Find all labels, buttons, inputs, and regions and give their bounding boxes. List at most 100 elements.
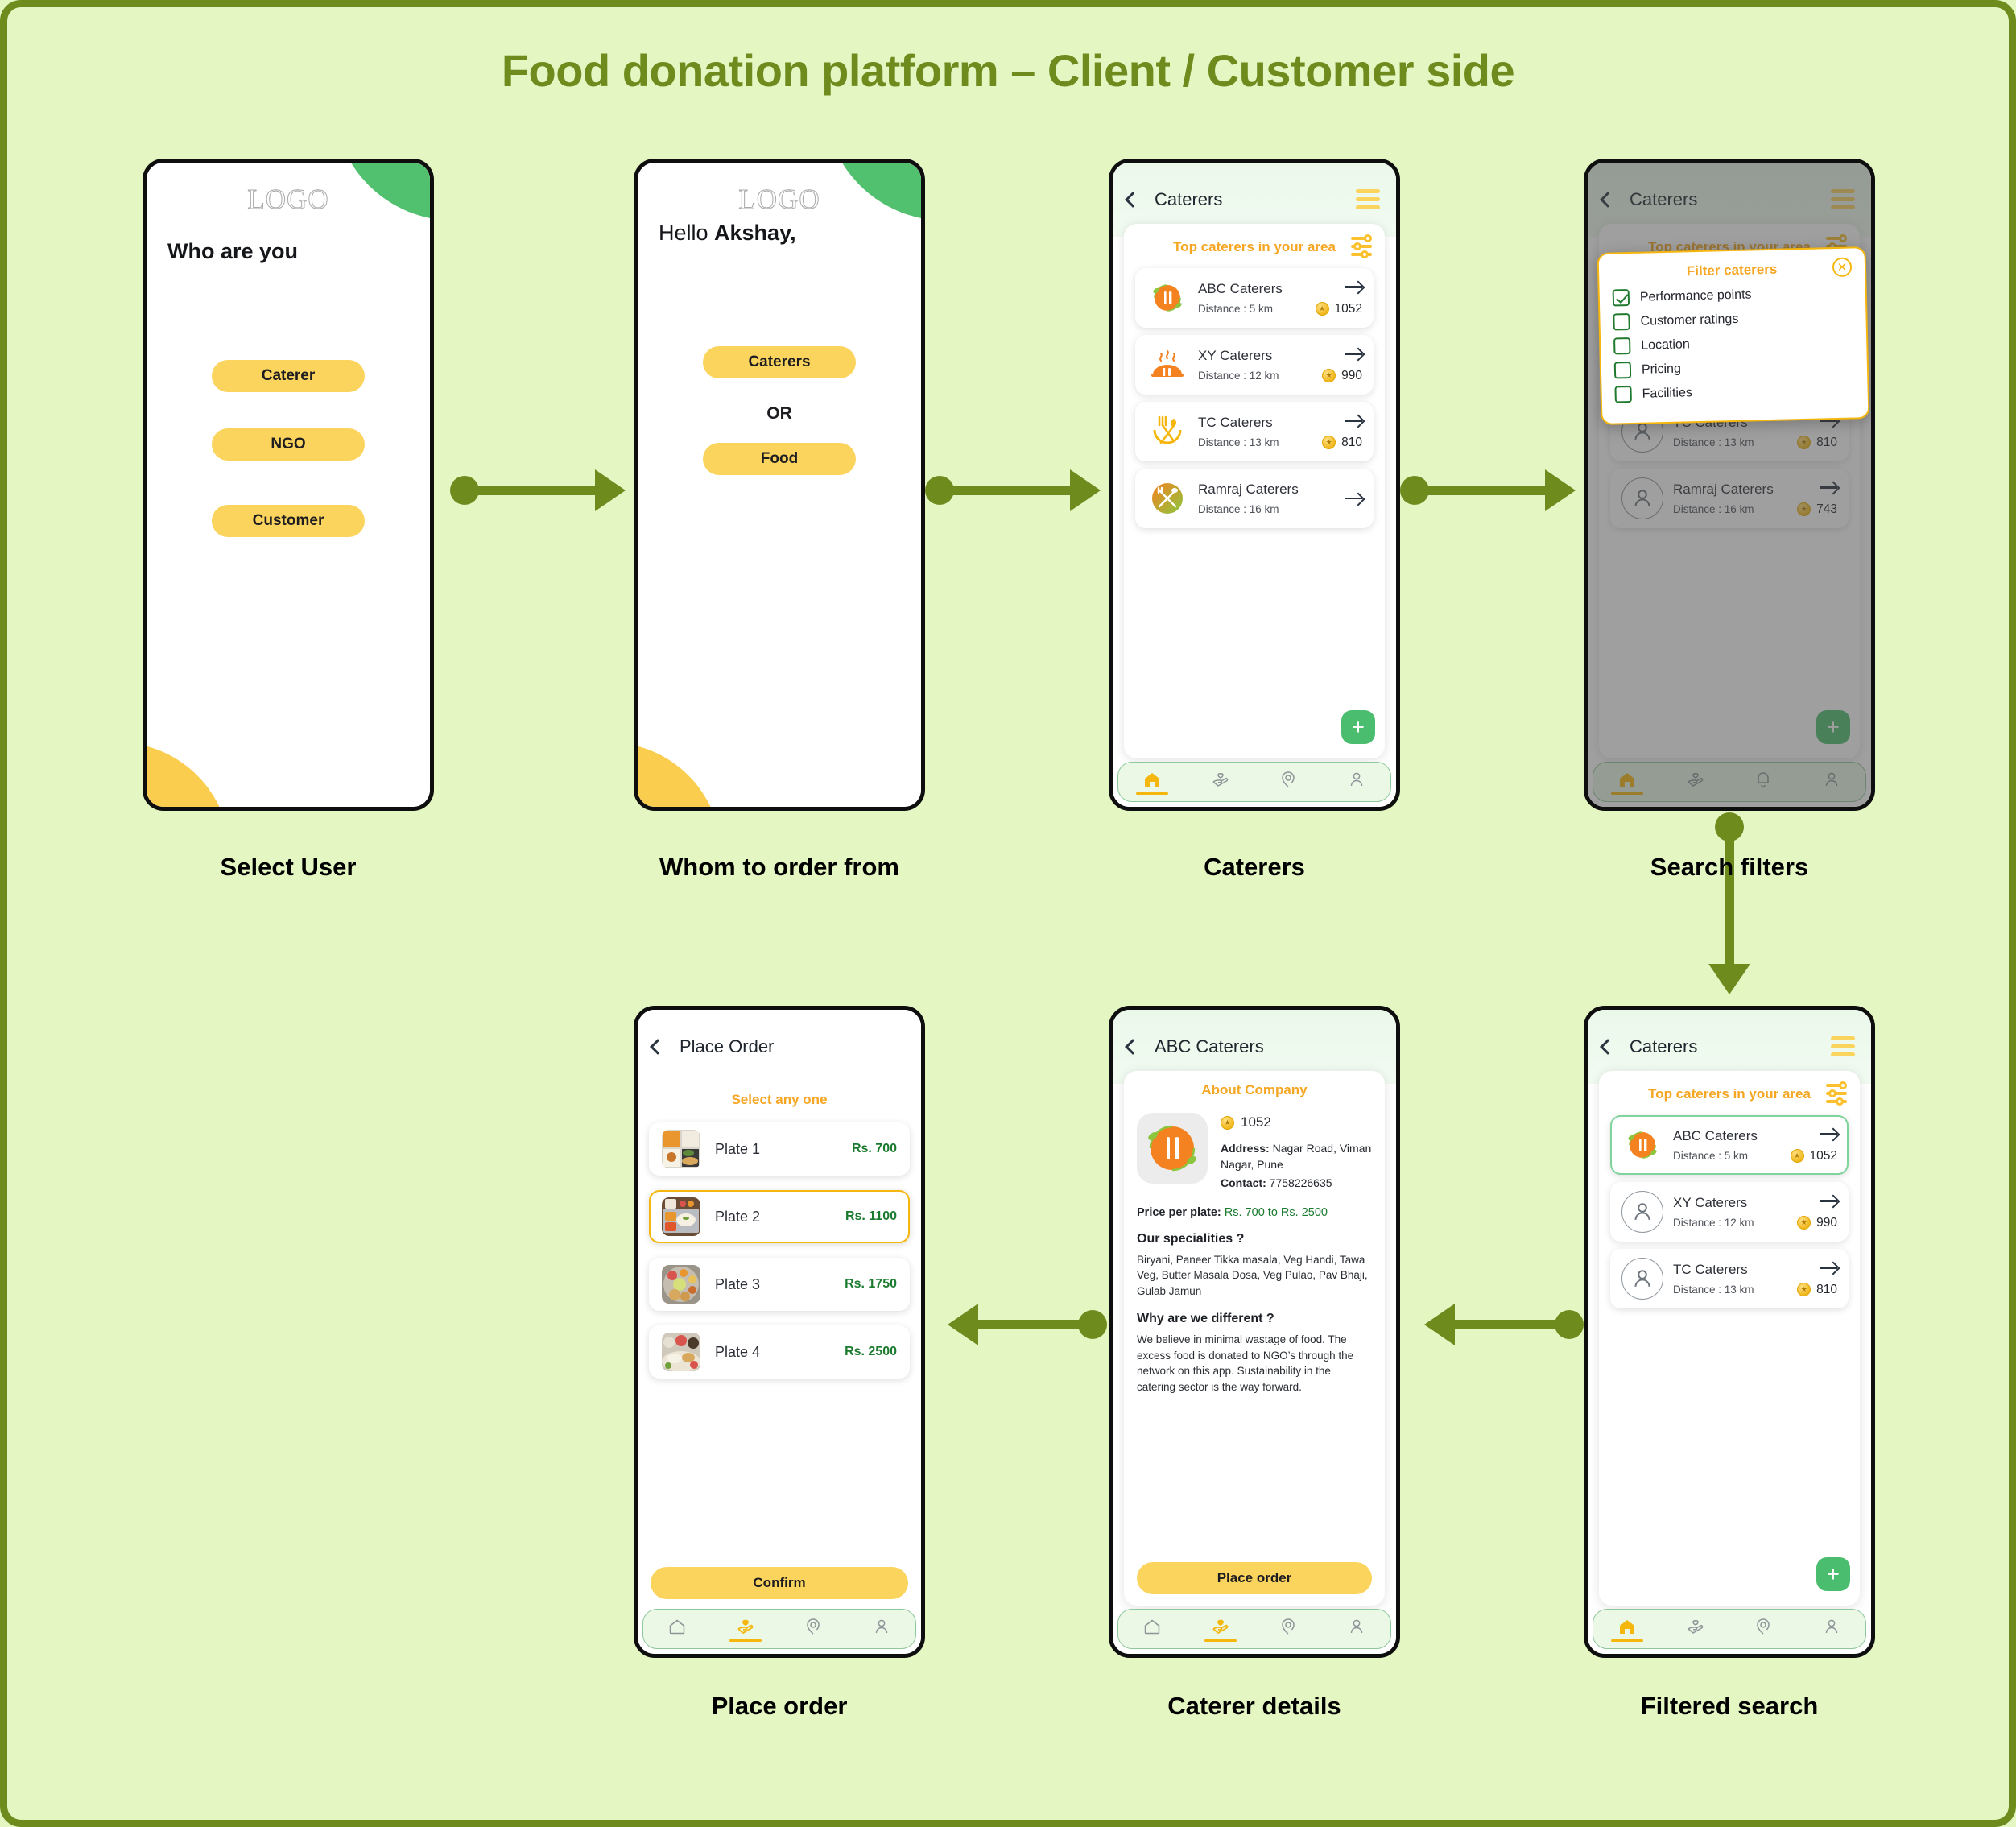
order-source-button-caterers[interactable]: Caterers (703, 346, 856, 378)
order-source-button-food[interactable]: Food (703, 443, 856, 475)
caterer-row[interactable]: XY Caterers Distance : 12 km ★ 990 (1610, 1182, 1849, 1242)
nav-donate[interactable] (1187, 770, 1255, 795)
nav-location[interactable] (1729, 1617, 1798, 1642)
app-header: Place Order (638, 1010, 921, 1084)
nav-profile[interactable] (848, 1617, 916, 1642)
filter-option-location[interactable]: Location (1613, 332, 1853, 355)
nav-location[interactable] (1254, 770, 1323, 795)
phone-search-filters: Caterers Top caterers in your area (1584, 159, 1875, 811)
header-title: ABC Caterers (1155, 1036, 1264, 1056)
filter-option-facilities[interactable]: Facilities (1614, 380, 1854, 403)
caterer-row[interactable]: ABC Caterers Distance : 5 km ★ 1052 (1135, 268, 1374, 328)
nav-donate[interactable] (1662, 1617, 1730, 1642)
filter-option-performance-points[interactable]: Performance points (1612, 284, 1853, 307)
filter-sliders-icon[interactable] (1826, 1081, 1847, 1106)
plate-row-selected[interactable]: Plate 2 Rs. 1100 (649, 1190, 910, 1243)
caterer-row[interactable]: Ramraj Caterers Distance : 16 km (1135, 469, 1374, 528)
back-chevron-icon[interactable] (1125, 192, 1141, 208)
plate-row[interactable]: Plate 3 Rs. 1750 (649, 1258, 910, 1311)
coin-icon: ★ (1797, 1283, 1812, 1296)
home-icon (670, 1619, 685, 1634)
location-pin-icon (807, 1618, 820, 1635)
arrow-right-icon[interactable] (1301, 491, 1362, 506)
person-icon (1621, 1191, 1663, 1233)
filter-option-pricing[interactable]: Pricing (1613, 356, 1854, 379)
checkbox[interactable] (1613, 362, 1632, 379)
filter-sliders-icon[interactable] (1351, 234, 1372, 258)
checkbox[interactable] (1614, 385, 1632, 403)
checkbox[interactable] (1613, 337, 1631, 355)
caterer-row-highlighted[interactable]: ABC Caterers Distance : 5 km ★ 1052 (1610, 1115, 1849, 1175)
nav-home[interactable] (643, 1617, 712, 1642)
arrow-right-icon[interactable] (1301, 414, 1362, 428)
back-chevron-icon[interactable] (650, 1039, 666, 1055)
nav-location[interactable] (1254, 1617, 1323, 1642)
arrow-right-icon[interactable] (1301, 347, 1362, 362)
nav-donate[interactable] (712, 1617, 780, 1642)
caterer-name: ABC Caterers (1673, 1128, 1758, 1143)
nav-home[interactable] (1118, 1617, 1187, 1642)
nav-home[interactable] (1118, 770, 1187, 795)
caterer-name: XY Caterers (1673, 1195, 1748, 1210)
plate-thumbnail (662, 1333, 700, 1371)
place-order-button[interactable]: Place order (1137, 1562, 1372, 1594)
company-info: ★ 1052 Address: Nagar Road, Viman Nagar,… (1221, 1113, 1372, 1192)
nav-location[interactable] (779, 1617, 848, 1642)
company-summary: ★ 1052 Address: Nagar Road, Viman Nagar,… (1137, 1113, 1372, 1192)
arrow-right-icon[interactable] (1301, 280, 1362, 295)
location-pin-icon (1282, 1618, 1295, 1635)
add-fab-button[interactable]: + (1341, 710, 1375, 744)
points-badge: ★ 990 (1776, 1216, 1837, 1230)
caterer-name: Ramraj Caterers (1198, 482, 1299, 497)
arrow-right-icon[interactable] (1776, 1194, 1837, 1209)
specialities-text: Biryani, Paneer Tikka masala, Veg Handi,… (1137, 1253, 1368, 1297)
different-text: We believe in minimal wastage of food. T… (1137, 1333, 1354, 1393)
contact-line: Contact: 7758226635 (1221, 1175, 1372, 1191)
person-icon (1621, 1258, 1663, 1300)
points-value: 1052 (1241, 1114, 1271, 1130)
close-circle-icon[interactable]: ✕ (1832, 257, 1853, 278)
coin-icon: ★ (1790, 1149, 1804, 1163)
plate-cutlery-icon (1146, 277, 1188, 319)
plate-row[interactable]: Plate 1 Rs. 700 (649, 1122, 910, 1176)
hand-heart-icon (1212, 772, 1228, 787)
bottom-nav (1593, 1609, 1866, 1649)
arrow-right-icon[interactable] (1776, 1127, 1837, 1142)
dialog-title: Filter caterers (1686, 261, 1778, 279)
confirm-button[interactable]: Confirm (651, 1567, 908, 1599)
plate-row[interactable]: Plate 4 Rs. 2500 (649, 1325, 910, 1379)
back-chevron-icon[interactable] (1600, 1039, 1616, 1055)
add-fab-button[interactable]: + (1816, 1557, 1850, 1591)
back-chevron-icon[interactable] (1125, 1039, 1141, 1055)
location-pin-icon (1757, 1618, 1770, 1635)
caterer-row[interactable]: TC Caterers Distance : 13 km ★ 810 (1135, 402, 1374, 461)
app-logo: LOGO (247, 184, 329, 216)
cloche-icon (1146, 344, 1188, 386)
plate-thumbnail (662, 1265, 700, 1304)
checkbox[interactable] (1612, 289, 1630, 307)
nav-profile[interactable] (1323, 1617, 1391, 1642)
role-button-caterer[interactable]: Caterer (212, 360, 365, 392)
caption-filtered-search: Filtered search (1640, 1692, 1819, 1720)
caption-whom-to-order: Whom to order from (659, 853, 899, 881)
caterers-list-card: Top caterers in your area ABC Caterers D… (1124, 224, 1385, 758)
nav-profile[interactable] (1323, 770, 1391, 795)
nav-donate[interactable] (1187, 1617, 1255, 1642)
hamburger-menu-icon[interactable] (1831, 1036, 1855, 1056)
filter-option-customer-ratings[interactable]: Customer ratings (1613, 308, 1853, 331)
checkbox[interactable] (1613, 313, 1630, 331)
nav-profile[interactable] (1798, 1617, 1866, 1642)
greeting-prefix: Hello (659, 221, 715, 245)
caterer-row[interactable]: TC Caterers Distance : 13 km ★ 810 (1610, 1249, 1849, 1308)
arrow-right-icon[interactable] (1776, 1261, 1837, 1275)
plate-name: Plate 2 (715, 1208, 761, 1225)
caterer-distance: Distance : 5 km (1198, 303, 1274, 315)
points-value: 1052 (1809, 1148, 1837, 1163)
nav-home[interactable] (1593, 1617, 1662, 1642)
role-button-ngo[interactable]: NGO (212, 428, 365, 461)
role-button-customer[interactable]: Customer (212, 505, 365, 537)
filter-option-label: Customer ratings (1640, 312, 1739, 329)
phone-select-user: LOGO Who are you Caterer NGO Customer (143, 159, 434, 811)
caterer-row[interactable]: XY Caterers Distance : 12 km ★ 990 (1135, 335, 1374, 395)
hamburger-menu-icon[interactable] (1356, 189, 1380, 209)
